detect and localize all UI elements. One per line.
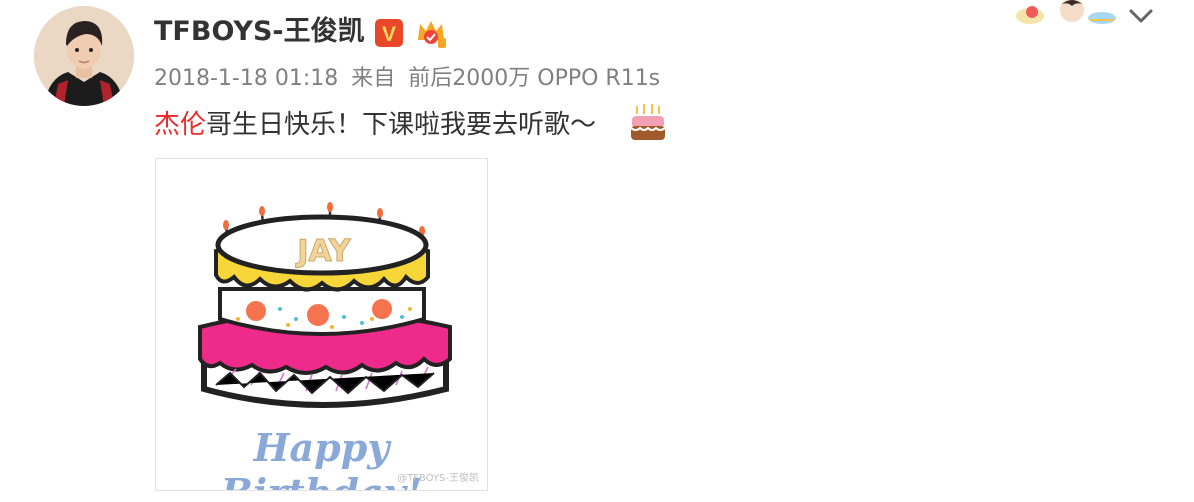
post-meta: 2018-1-18 01:18 来自 前后2000万 OPPO R11s: [154, 64, 666, 94]
timestamp[interactable]: 2018-1-18 01:18: [154, 66, 338, 91]
source-prefix: 来自: [351, 66, 396, 91]
source-device[interactable]: 前后2000万 OPPO R11s: [408, 66, 660, 91]
post-image[interactable]: JAY Happy Birthday! @TFBOYS-王俊凯: [155, 158, 488, 491]
post-body: 哥生日快乐！下课啦我要去听歌～: [206, 110, 597, 140]
avatar[interactable]: [34, 6, 134, 106]
vip-crown-icon[interactable]: [414, 16, 448, 50]
verified-badge-icon: V: [375, 19, 403, 47]
image-watermark: @TFBOYS-王俊凯: [397, 473, 479, 484]
mention-link[interactable]: 杰伦: [154, 110, 206, 140]
verified-badge-letter: V: [382, 23, 396, 46]
cake-name-text: JAY: [295, 234, 352, 269]
chevron-down-icon[interactable]: [1128, 6, 1154, 26]
post-text: 杰伦哥生日快乐！下课啦我要去听歌～: [154, 108, 596, 142]
card-decoration-icon: [1016, 0, 1116, 24]
cake-emoji-icon: [630, 104, 666, 140]
username[interactable]: TFBOYS-王俊凯: [154, 14, 365, 50]
